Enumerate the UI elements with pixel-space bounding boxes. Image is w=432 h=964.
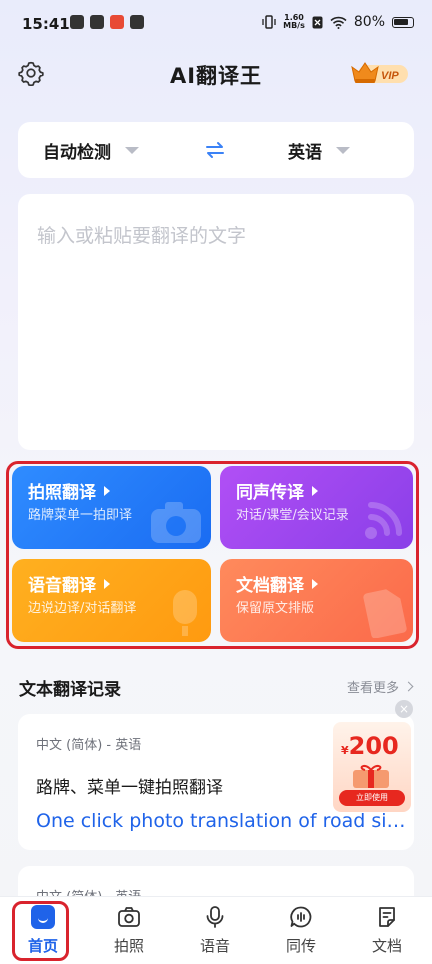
card-title: 同声传译 — [236, 483, 304, 503]
play-arrow-icon — [104, 485, 110, 496]
chevron-down-icon — [336, 147, 350, 154]
record-language-pair: 中文 (简体) - 英语 — [36, 738, 142, 753]
battery-percent: 80% — [353, 14, 385, 30]
tab-simultaneous[interactable]: 同传 — [258, 897, 344, 964]
status-right: 1.60 MB/s 80% — [262, 14, 414, 30]
microphone-icon — [173, 590, 197, 636]
coupon-ad[interactable]: ¥200 立即使用 — [333, 722, 411, 812]
play-arrow-icon — [104, 578, 110, 589]
tab-label: 同传 — [285, 937, 316, 955]
tab-label: 语音 — [199, 937, 230, 955]
home-tab-highlight — [12, 901, 69, 961]
status-bar: 15:41 1.60 MB/s 80% — [0, 0, 432, 50]
input-placeholder: 输入或粘贴要翻译的文字 — [37, 225, 247, 247]
document-icon — [379, 907, 395, 927]
gift-box-icon — [353, 764, 389, 788]
history-title: 文本翻译记录 — [19, 680, 121, 700]
chevron-right-icon — [403, 681, 414, 692]
tab-document[interactable]: 文档 — [344, 897, 430, 964]
view-more-label: 查看更多 — [346, 681, 399, 696]
view-more-link[interactable]: 查看更多 — [346, 677, 414, 696]
app-notification-icon — [130, 15, 144, 29]
battery-icon — [392, 16, 414, 28]
tab-camera[interactable]: 拍照 — [86, 897, 172, 964]
camera-icon — [118, 907, 140, 927]
record-source-text: 路牌、菜单一键拍照翻译 — [36, 778, 223, 798]
microphone-icon — [206, 906, 224, 928]
coupon-use-button[interactable]: 立即使用 — [339, 790, 405, 806]
close-icon[interactable]: × — [395, 700, 413, 718]
app-notification-icon — [70, 15, 84, 29]
app-notification-icon — [90, 15, 104, 29]
simultaneous-icon — [290, 906, 312, 928]
card-title: 拍照翻译 — [28, 483, 96, 503]
document-icon — [363, 589, 407, 638]
app-header: AI翻译王 VIP — [0, 52, 432, 96]
vip-label: VIP — [381, 70, 399, 82]
photo-translate-card[interactable]: 拍照翻译 路牌菜单一拍即译 — [12, 466, 211, 549]
tab-voice[interactable]: 语音 — [172, 897, 258, 964]
target-language-label: 英语 — [288, 143, 322, 163]
status-time: 15:41 — [22, 15, 70, 33]
record-target-text: One click photo translation of road si… — [36, 810, 406, 832]
sim-icon — [312, 16, 323, 28]
language-bar: 自动检测 英语 — [18, 122, 414, 178]
wifi-icon — [330, 16, 347, 29]
source-language-label: 自动检测 — [43, 143, 111, 163]
card-title: 文档翻译 — [236, 576, 304, 596]
simultaneous-interpretation-card[interactable]: 同声传译 对话/课堂/会议记录 — [220, 466, 413, 549]
target-language-select[interactable]: 英语 — [288, 138, 350, 163]
coupon-currency: ¥ — [341, 744, 349, 757]
app-notification-icon — [110, 15, 124, 29]
card-subtitle: 对话/课堂/会议记录 — [236, 508, 349, 523]
network-speed: 1.60 MB/s — [283, 13, 305, 30]
camera-icon — [151, 502, 201, 543]
sound-wave-icon — [365, 502, 402, 539]
tab-label: 拍照 — [113, 937, 144, 955]
tab-label: 文档 — [371, 937, 402, 955]
coupon-amount: 200 — [348, 732, 399, 760]
voice-translate-card[interactable]: 语音翻译 边说边译/对话翻译 — [12, 559, 211, 642]
chevron-down-icon — [125, 147, 139, 154]
status-app-icons — [70, 15, 144, 29]
card-subtitle: 保留原文排版 — [236, 601, 315, 616]
card-title: 语音翻译 — [28, 576, 96, 596]
vip-badge[interactable]: VIP — [350, 59, 410, 87]
document-translate-card[interactable]: 文档翻译 保留原文排版 — [220, 559, 413, 642]
swap-languages-icon[interactable] — [204, 139, 226, 161]
play-arrow-icon — [312, 485, 318, 496]
play-arrow-icon — [312, 578, 318, 589]
source-language-select[interactable]: 自动检测 — [43, 138, 139, 163]
card-subtitle: 路牌菜单一拍即译 — [28, 508, 133, 523]
translation-input[interactable]: 输入或粘贴要翻译的文字 — [18, 194, 414, 450]
card-subtitle: 边说边译/对话翻译 — [28, 601, 137, 616]
vibrate-icon — [262, 15, 276, 29]
